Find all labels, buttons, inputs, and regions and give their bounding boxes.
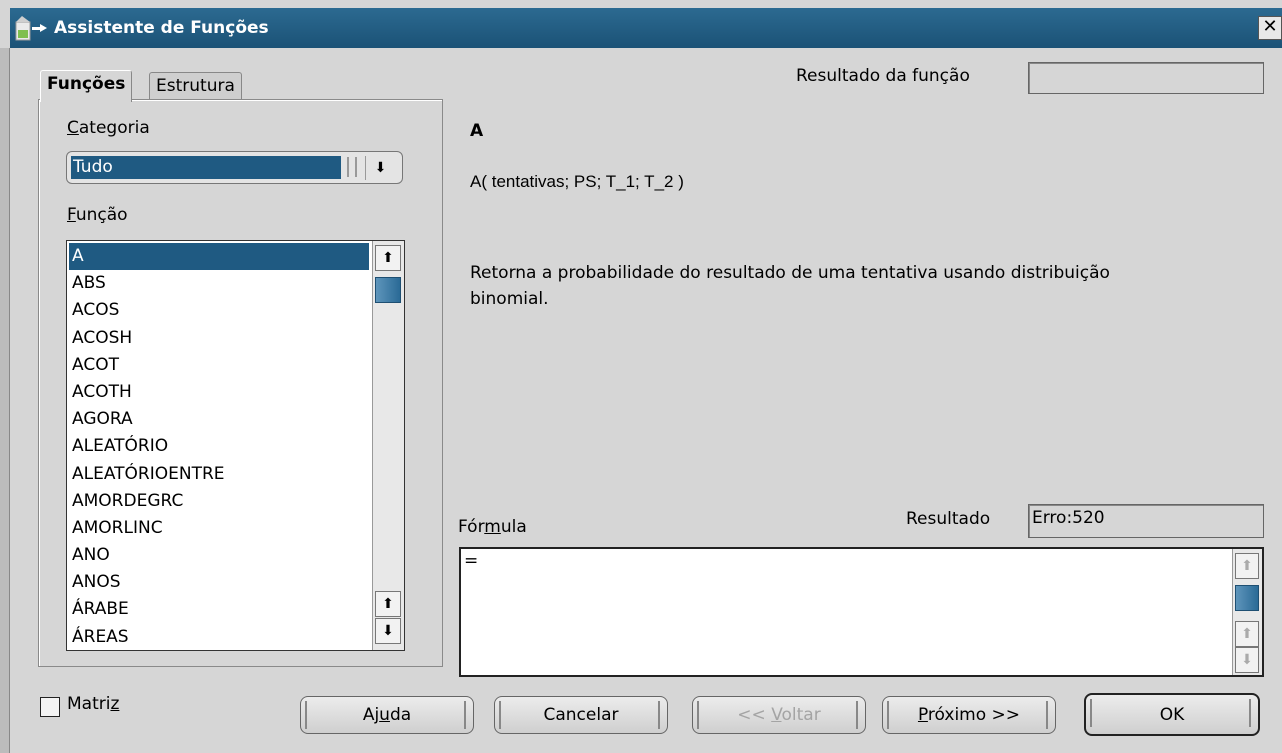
scrollbar-thumb[interactable]	[375, 277, 401, 303]
function-result-field	[1028, 62, 1264, 94]
list-item[interactable]: ALEATÓRIOENTRE	[69, 461, 369, 488]
list-item[interactable]: AMORLINC	[69, 515, 369, 542]
tab-estrutura[interactable]: Estrutura	[149, 72, 242, 100]
scroll-up-icon[interactable]: ⬆	[375, 591, 401, 617]
list-item[interactable]: ALEATÓRIO	[69, 433, 369, 460]
list-item[interactable]: ÁRABE	[69, 596, 369, 623]
close-icon[interactable]: ✕	[1258, 16, 1282, 40]
window-title: Assistente de Funções	[54, 18, 269, 38]
formula-editor[interactable]: = ⬆ ⬆ ⬇	[459, 547, 1264, 677]
scroll-up-icon[interactable]: ⬆	[375, 245, 401, 271]
window-left-edge	[0, 48, 10, 753]
list-item[interactable]: AMORDEGRC	[69, 488, 369, 515]
cancel-button[interactable]: Cancelar	[494, 696, 668, 734]
list-item[interactable]: AGORA	[69, 406, 369, 433]
formula-label: Fórmula	[458, 517, 527, 537]
combo-grip	[347, 157, 357, 177]
formula-text: =	[464, 551, 479, 571]
matrix-checkbox[interactable]	[40, 697, 60, 717]
list-item[interactable]: ANO	[69, 542, 369, 569]
scroll-up-icon[interactable]: ⬆	[1235, 621, 1259, 647]
list-item[interactable]: ACOSH	[69, 325, 369, 352]
ok-button[interactable]: OK	[1084, 693, 1260, 736]
function-label: Função	[67, 205, 128, 225]
title-bar: Assistente de Funções ✕	[10, 8, 1282, 48]
list-item[interactable]: ANOS	[69, 569, 369, 596]
scrollbar-thumb[interactable]	[1235, 585, 1259, 611]
function-result-label: Resultado da função	[796, 66, 970, 86]
result-label: Resultado	[906, 509, 991, 529]
matrix-label: Matriz	[67, 694, 120, 714]
list-item[interactable]: ÁREAS	[69, 624, 369, 650]
scroll-up-icon[interactable]: ⬆	[1235, 553, 1259, 579]
function-list-scrollbar[interactable]: ⬆ ⬆ ⬇	[372, 241, 404, 650]
category-select[interactable]: Tudo ⬇	[66, 151, 403, 184]
function-list-items: A ABS ACOS ACOSH ACOT ACOTH AGORA ALEATÓRIO ALEA…	[69, 243, 369, 650]
list-item[interactable]: A	[69, 243, 369, 271]
help-button[interactable]: Ajuda	[300, 696, 474, 734]
list-item[interactable]: ABS	[69, 270, 369, 297]
category-label: Categoria	[67, 118, 150, 138]
function-description: Retorna a probabilidade do resultado de …	[470, 263, 1110, 309]
function-syntax: A( tentativas; PS; T_1; T_2 )	[470, 172, 684, 191]
list-item[interactable]: ACOT	[69, 352, 369, 379]
app-icon	[14, 12, 48, 44]
category-value: Tudo	[71, 156, 341, 179]
next-button[interactable]: Próximo >>	[882, 696, 1056, 734]
list-item[interactable]: ACOTH	[69, 379, 369, 406]
function-list[interactable]: A ABS ACOS ACOSH ACOT ACOTH AGORA ALEATÓRIO ALEA…	[66, 240, 405, 651]
formula-scrollbar[interactable]: ⬆ ⬆ ⬇	[1232, 549, 1262, 675]
back-button[interactable]: << Voltar	[692, 696, 866, 734]
tab-funcoes[interactable]: Funções	[40, 70, 133, 102]
function-name: A	[470, 121, 484, 141]
scroll-down-icon[interactable]: ⬇	[1235, 647, 1259, 673]
result-field: Erro:520	[1028, 504, 1264, 538]
chevron-down-icon[interactable]: ⬇	[365, 156, 395, 180]
list-item[interactable]: ACOS	[69, 297, 369, 324]
scroll-down-icon[interactable]: ⬇	[375, 618, 401, 644]
